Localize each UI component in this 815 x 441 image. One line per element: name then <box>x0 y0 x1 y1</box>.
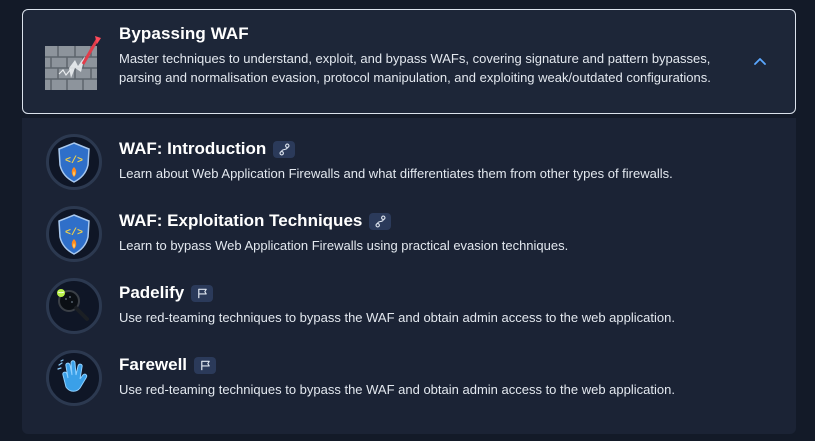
collapse-button[interactable] <box>750 52 770 72</box>
flag-icon <box>200 360 210 370</box>
shield-fire-icon: </> <box>46 206 102 262</box>
chevron-up-icon <box>754 58 766 65</box>
walkthrough-icon <box>279 143 290 155</box>
flag-icon <box>197 288 207 298</box>
list-item[interactable]: </> WAF: Introduction Learn about Web Ap… <box>22 134 796 196</box>
challenge-badge <box>191 284 214 302</box>
room-title-link[interactable]: Padelify <box>119 283 184 303</box>
room-list: </> WAF: Introduction Learn about Web Ap… <box>22 118 796 434</box>
waving-hand-icon <box>46 350 102 406</box>
room-description: Learn to bypass Web Application Firewall… <box>119 238 569 253</box>
shield-fire-icon: </> <box>46 134 102 190</box>
room-title-link[interactable]: WAF: Exploitation Techniques <box>119 211 362 231</box>
list-item[interactable]: </> WAF: Exploitation Techniques Learn t… <box>22 206 796 268</box>
module-description: Master techniques to understand, exploit… <box>119 51 711 85</box>
walkthrough-badge <box>369 212 392 230</box>
room-title: WAF: Exploitation Techniques <box>119 211 392 231</box>
room-description: Use red-teaming techniques to bypass the… <box>119 382 675 397</box>
firewall-brick-icon <box>45 34 101 92</box>
room-title-link[interactable]: WAF: Introduction <box>119 139 266 159</box>
module-title: Bypassing WAF <box>119 24 249 43</box>
room-title: WAF: Introduction <box>119 139 296 159</box>
module-header-card[interactable]: Bypassing WAF Master techniques to under… <box>22 9 796 114</box>
svg-text:</>: </> <box>65 155 83 167</box>
padel-racket-icon <box>46 278 102 334</box>
list-item[interactable]: Farewell Use red-teaming techniques to b… <box>22 350 796 412</box>
room-title: Padelify <box>119 283 214 303</box>
walkthrough-icon <box>375 215 386 227</box>
challenge-badge <box>194 356 217 374</box>
room-description: Use red-teaming techniques to bypass the… <box>119 310 675 325</box>
room-title: Farewell <box>119 355 217 375</box>
svg-text:</>: </> <box>65 227 83 239</box>
room-description: Learn about Web Application Firewalls an… <box>119 166 673 181</box>
walkthrough-badge <box>273 140 296 158</box>
list-item[interactable]: Padelify Use red-teaming techniques to b… <box>22 278 796 340</box>
room-title-link[interactable]: Farewell <box>119 355 187 375</box>
